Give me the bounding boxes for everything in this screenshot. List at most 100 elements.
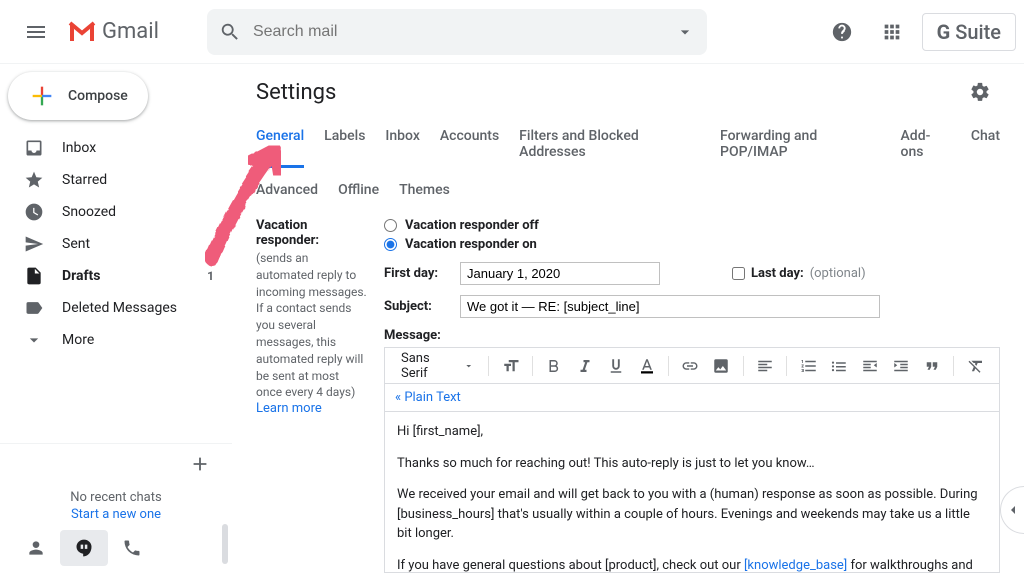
align-button[interactable] (752, 352, 779, 380)
italic-button[interactable] (572, 352, 599, 380)
label-icon (24, 298, 44, 318)
text-color-icon (638, 357, 656, 375)
gear-icon (969, 81, 991, 103)
nav-deleted[interactable]: Deleted Messages (0, 292, 224, 324)
settings-tabs-row1: General Labels Inbox Accounts Filters an… (256, 120, 1000, 168)
bullet-list-button[interactable] (826, 352, 853, 380)
body-p4: If you have general questions about [pro… (397, 556, 987, 573)
star-icon (24, 170, 44, 190)
tab-general[interactable]: General (256, 120, 304, 168)
settings-gear-button[interactable] (960, 72, 1000, 112)
compose-plus-icon (28, 82, 56, 110)
last-day-group: Last day: (optional) (732, 266, 866, 281)
person-icon (26, 538, 46, 558)
tab-labels[interactable]: Labels (324, 120, 365, 168)
clear-format-icon (967, 357, 985, 375)
numbered-list-icon (800, 357, 818, 375)
help-button[interactable] (822, 12, 862, 52)
phone-icon (122, 538, 142, 558)
gsuite-badge[interactable]: G Suite (922, 13, 1016, 51)
search-bar[interactable] (207, 9, 707, 55)
responder-on-radio[interactable] (384, 238, 397, 251)
text-color-button[interactable] (633, 352, 660, 380)
image-icon (712, 357, 730, 375)
compose-label: Compose (68, 88, 128, 104)
setting-content-col: Vacation responder off Vacation responde… (384, 218, 1000, 573)
responder-on-row[interactable]: Vacation responder on (384, 237, 1000, 252)
chevron-down-icon (24, 330, 44, 350)
last-day-label: Last day: (751, 266, 804, 281)
font-selector[interactable]: Sans Serif (395, 351, 480, 381)
knowledge-base-link[interactable]: [knowledge_base] (744, 558, 847, 573)
first-day-input[interactable] (460, 262, 660, 285)
font-size-button[interactable] (497, 352, 524, 380)
subject-input[interactable] (460, 295, 880, 318)
text-size-icon (502, 357, 520, 375)
body-p3: We received your email and will get back… (397, 485, 987, 544)
nav-drafts[interactable]: Drafts 1 (0, 260, 224, 292)
clock-icon (24, 202, 44, 222)
last-day-checkbox[interactable] (732, 267, 745, 280)
hangouts-icon (74, 538, 94, 558)
settings-title-row: Settings (256, 72, 1000, 112)
tab-addons[interactable]: Add-ons (901, 120, 951, 168)
tab-themes[interactable]: Themes (399, 174, 450, 206)
clear-format-button[interactable] (962, 352, 989, 380)
nav-more[interactable]: More (0, 324, 224, 356)
italic-icon (576, 357, 594, 375)
first-day-label: First day: (384, 266, 448, 281)
link-icon (681, 357, 699, 375)
image-button[interactable] (708, 352, 735, 380)
learn-more-link[interactable]: Learn more (256, 401, 322, 416)
gmail-logo[interactable]: Gmail (68, 19, 159, 44)
plain-text-toggle[interactable]: « Plain Text (385, 384, 999, 412)
bold-button[interactable] (541, 352, 568, 380)
inbox-icon (24, 138, 44, 158)
indent-less-button[interactable] (857, 352, 884, 380)
nav-sent[interactable]: Sent (0, 228, 224, 260)
indent-more-button[interactable] (888, 352, 915, 380)
compose-button[interactable]: Compose (8, 72, 148, 120)
responder-off-radio[interactable] (384, 219, 397, 232)
quote-button[interactable] (918, 352, 945, 380)
main-menu-button[interactable] (12, 8, 60, 56)
tab-offline[interactable]: Offline (338, 174, 379, 206)
responder-off-row[interactable]: Vacation responder off (384, 218, 1000, 233)
sidebar-bottom: No recent chats Start a new one (0, 443, 232, 574)
underline-button[interactable] (603, 352, 630, 380)
message-editor[interactable]: Hi [first_name], Thanks so much for reac… (385, 412, 999, 572)
search-options-icon[interactable] (675, 22, 695, 42)
numbered-list-button[interactable] (795, 352, 822, 380)
body-p2: Thanks so much for reaching out! This au… (397, 454, 987, 474)
link-button[interactable] (677, 352, 704, 380)
chevron-left-icon (1005, 502, 1021, 518)
nav-snoozed[interactable]: Snoozed (0, 196, 224, 228)
chat-tab-phone[interactable] (108, 530, 156, 566)
tab-forwarding[interactable]: Forwarding and POP/IMAP (720, 120, 881, 168)
chat-tab-hangouts[interactable] (60, 530, 108, 566)
start-chat-link[interactable]: Start a new one (0, 507, 232, 526)
vacation-responder-section: Vacation responder: (sends an automated … (256, 218, 1000, 573)
sidebar: Compose Inbox Starred Snoozed Sent Draft… (0, 64, 232, 574)
chat-tabs (0, 526, 232, 574)
tab-advanced[interactable]: Advanced (256, 174, 318, 206)
editor-wrap: « Plain Text Hi [first_name], Thanks so … (384, 383, 1000, 573)
bold-icon (545, 357, 563, 375)
body-p1: Hi [first_name], (397, 422, 987, 442)
search-input[interactable] (253, 23, 663, 41)
nav-inbox[interactable]: Inbox (0, 132, 224, 164)
sidebar-scrollbar[interactable] (222, 524, 228, 564)
chat-tab-person[interactable] (12, 530, 60, 566)
hamburger-icon (24, 20, 48, 44)
add-chat-button[interactable] (184, 448, 216, 480)
help-icon (831, 21, 853, 43)
settings-title: Settings (256, 80, 336, 105)
search-icon (219, 21, 241, 43)
tab-filters[interactable]: Filters and Blocked Addresses (519, 120, 700, 168)
nav-starred[interactable]: Starred (0, 164, 224, 196)
tab-accounts[interactable]: Accounts (440, 120, 499, 168)
tab-chat[interactable]: Chat (971, 120, 1000, 168)
apps-button[interactable] (872, 12, 912, 52)
message-label: Message: (384, 328, 1000, 343)
tab-inbox[interactable]: Inbox (385, 120, 419, 168)
